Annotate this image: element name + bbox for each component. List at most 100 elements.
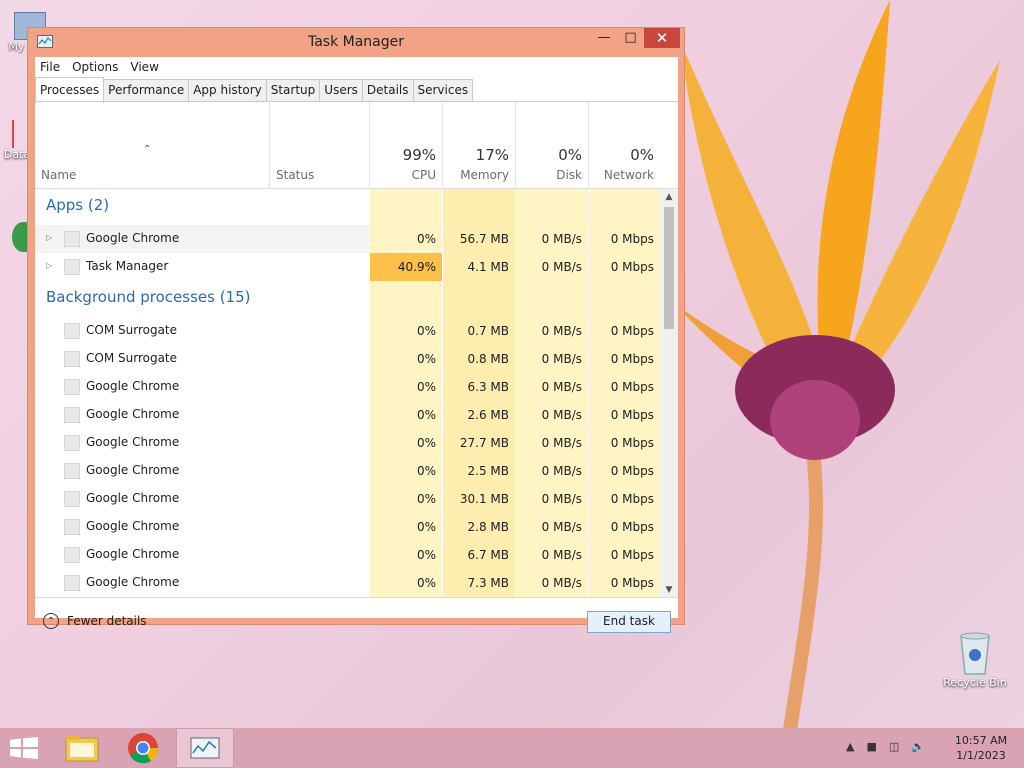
table-row[interactable]: Google Chrome 0% 2.8 MB 0 MB/s 0 Mbps — [35, 513, 660, 541]
title-bar[interactable]: Task Manager — □ ✕ — [28, 28, 684, 56]
maximize-button[interactable]: □ — [617, 28, 644, 48]
process-icon — [64, 379, 80, 395]
disk-cell: 0 MB/s — [515, 485, 588, 513]
network-cell: 0 Mbps — [588, 569, 660, 597]
network-cell: 0 Mbps — [588, 317, 660, 345]
disk-cell: 0 MB/s — [515, 569, 588, 597]
column-label-name: Name — [41, 168, 77, 182]
menu-file[interactable]: File — [40, 60, 60, 74]
table-row[interactable]: Google Chrome 0% 30.1 MB 0 MB/s 0 Mbps — [35, 485, 660, 513]
disk-cell: 0 MB/s — [515, 513, 588, 541]
system-tray: ▲ ■ ◫ 🔈 — [846, 740, 925, 753]
table-row[interactable]: Google Chrome 0% 6.7 MB 0 MB/s 0 Mbps — [35, 541, 660, 569]
disk-cell: 0 MB/s — [515, 345, 588, 373]
cpu-cell: 40.9% — [369, 253, 442, 281]
expand-arrow-icon[interactable]: ▷ — [46, 233, 52, 242]
clock[interactable]: 10:57 AM 1/1/2023 — [950, 733, 1012, 763]
volume-icon[interactable]: 🔈 — [911, 740, 925, 753]
action-center-icon[interactable]: ■ — [866, 740, 876, 753]
tab-startup[interactable]: Startup — [265, 79, 321, 101]
column-header-network[interactable]: 0% Network — [588, 102, 660, 188]
network-cell: 0 Mbps — [588, 373, 660, 401]
cpu-cell: 0% — [369, 429, 442, 457]
group-header-apps: Apps (2) — [35, 189, 660, 225]
network-cell: 0 Mbps — [588, 513, 660, 541]
network-cell: 0 Mbps — [588, 541, 660, 569]
process-name: Google Chrome — [86, 519, 180, 533]
tab-users[interactable]: Users — [319, 79, 363, 101]
desktop-icon-recycle-bin[interactable]: Recycle Bin — [940, 630, 1010, 689]
memory-cell: 6.7 MB — [442, 541, 515, 569]
disk-cell: 0 MB/s — [515, 225, 588, 253]
expand-arrow-icon[interactable]: ▷ — [46, 261, 52, 270]
desktop-icon-chrome[interactable] — [0, 222, 34, 252]
memory-cell: 2.5 MB — [442, 457, 515, 485]
process-icon — [64, 259, 80, 275]
process-name: Google Chrome — [86, 575, 180, 589]
chevron-up-icon: ⌃ — [43, 613, 59, 629]
taskbar-google-chrome[interactable] — [118, 728, 168, 768]
network-icon[interactable]: ◫ — [889, 740, 899, 753]
column-header-status[interactable]: Status — [269, 102, 369, 188]
tab-app-history[interactable]: App history — [188, 79, 267, 101]
show-hidden-icons-icon[interactable]: ▲ — [846, 740, 854, 753]
table-row[interactable]: COM Surrogate 0% 0.7 MB 0 MB/s 0 Mbps — [35, 317, 660, 345]
column-label-memory: Memory — [460, 168, 509, 182]
process-icon — [64, 323, 80, 339]
cpu-cell: 0% — [369, 401, 442, 429]
desktop-icon-label: Recycle Bin — [943, 676, 1007, 689]
scroll-thumb[interactable] — [664, 207, 674, 329]
cpu-cell: 0% — [369, 373, 442, 401]
table-row[interactable]: Google Chrome 0% 7.3 MB 0 MB/s 0 Mbps — [35, 569, 660, 597]
process-name: Google Chrome — [86, 231, 180, 245]
column-header-disk[interactable]: 0% Disk — [515, 102, 588, 188]
table-row[interactable]: ▷ Task Manager 40.9% 4.1 MB 0 MB/s 0 Mbps — [35, 253, 660, 281]
table-row[interactable]: COM Surrogate 0% 0.8 MB 0 MB/s 0 Mbps — [35, 345, 660, 373]
menu-view[interactable]: View — [130, 60, 158, 74]
table-row[interactable]: Google Chrome 0% 2.6 MB 0 MB/s 0 Mbps — [35, 401, 660, 429]
scroll-down-icon[interactable]: ▼ — [660, 582, 678, 597]
process-name: Google Chrome — [86, 435, 180, 449]
cpu-cell: 0% — [369, 225, 442, 253]
column-header-memory[interactable]: 17% Memory — [442, 102, 515, 188]
folder-icon — [65, 735, 99, 762]
task-manager-window: Task Manager — □ ✕ File Options View Pro… — [27, 27, 685, 633]
table-row[interactable]: Google Chrome 0% 2.5 MB 0 MB/s 0 Mbps — [35, 457, 660, 485]
minimize-button[interactable]: — — [591, 28, 617, 48]
window-title: Task Manager — [307, 34, 405, 50]
clock-time: 10:57 AM — [954, 734, 1008, 747]
cpu-cell: 0% — [369, 513, 442, 541]
process-name: Google Chrome — [86, 379, 180, 393]
table-row[interactable]: Google Chrome 0% 27.7 MB 0 MB/s 0 Mbps — [35, 429, 660, 457]
end-task-button[interactable]: End task — [587, 611, 671, 633]
column-header-name[interactable]: ⌃ Name — [35, 102, 269, 188]
close-button[interactable]: ✕ — [644, 28, 680, 48]
wallpaper-flower — [670, 0, 1000, 730]
scroll-up-icon[interactable]: ▲ — [660, 189, 678, 205]
taskbar-task-manager[interactable] — [176, 728, 234, 768]
column-header-cpu[interactable]: 99% CPU — [369, 102, 442, 188]
vertical-scrollbar[interactable]: ▲ ▼ — [660, 189, 678, 597]
tab-processes[interactable]: Processes — [35, 77, 105, 103]
table-row[interactable]: ▷ Google Chrome 0% 56.7 MB 0 MB/s 0 Mbps — [35, 225, 660, 253]
tab-services[interactable]: Services — [412, 79, 474, 101]
fewer-details-button[interactable]: ⌃ Fewer details — [43, 613, 147, 629]
close-icon: ✕ — [655, 29, 669, 47]
memory-cell: 2.8 MB — [442, 513, 515, 541]
cpu-total: 99% — [402, 146, 436, 164]
process-icon — [64, 547, 80, 563]
tab-details[interactable]: Details — [361, 79, 414, 101]
menu-options[interactable]: Options — [72, 60, 118, 74]
table-row[interactable]: Google Chrome 0% 6.3 MB 0 MB/s 0 Mbps — [35, 373, 660, 401]
network-cell: 0 Mbps — [588, 485, 660, 513]
tab-performance[interactable]: Performance — [103, 79, 190, 101]
disk-cell: 0 MB/s — [515, 253, 588, 281]
process-table: ⌃ Name Status 99% CPU 17% Memory 0% Disk — [35, 102, 678, 597]
taskbar: ▲ ■ ◫ 🔈 10:57 AM 1/1/2023 — [0, 728, 1024, 768]
cpu-cell: 0% — [369, 485, 442, 513]
taskbar-file-explorer[interactable] — [58, 728, 108, 768]
start-button[interactable] — [10, 737, 38, 759]
memory-cell: 6.3 MB — [442, 373, 515, 401]
footer-bar: ⌃ Fewer details End task — [35, 597, 678, 633]
table-header: ⌃ Name Status 99% CPU 17% Memory 0% Disk — [35, 102, 678, 189]
